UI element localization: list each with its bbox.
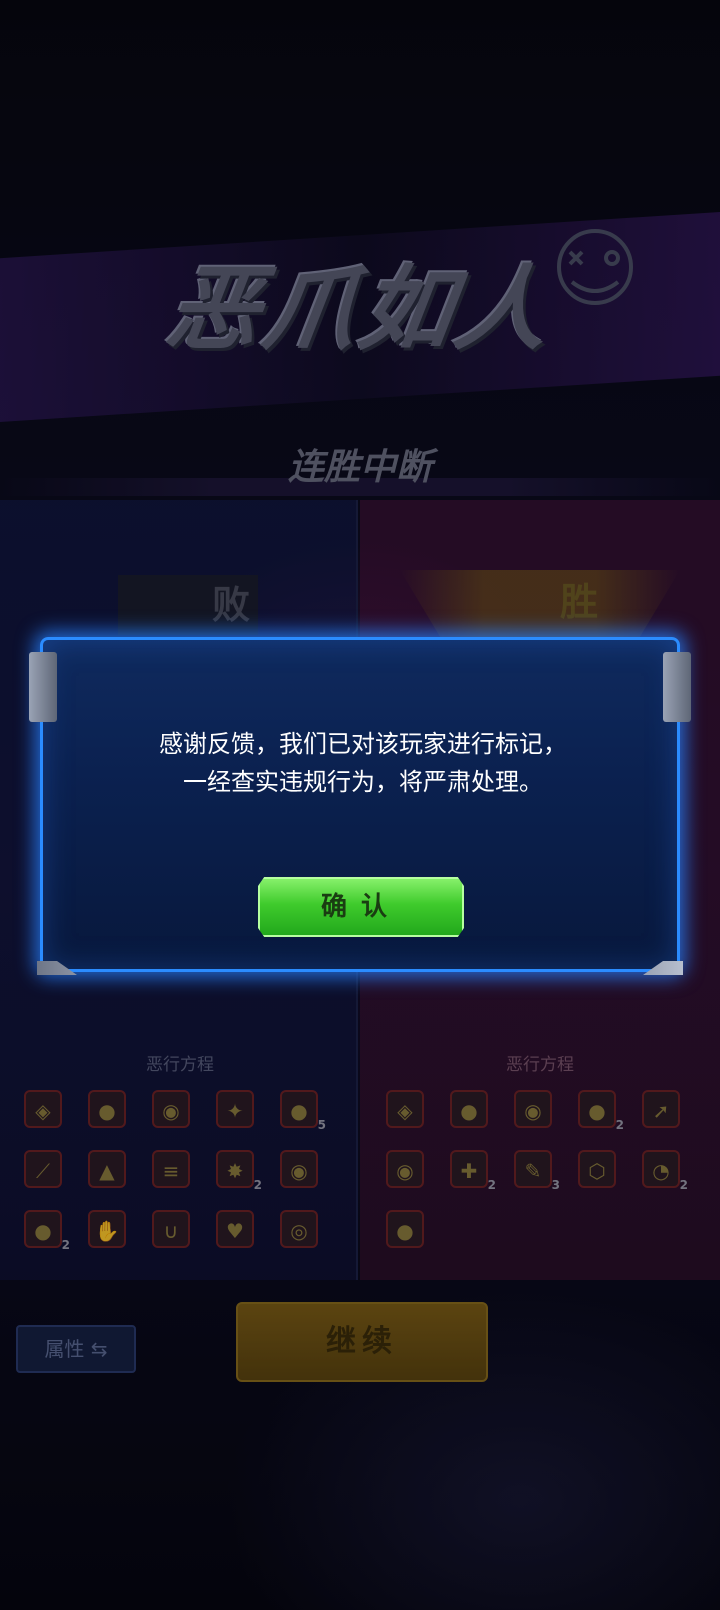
- confirm-button[interactable]: 确认: [258, 877, 464, 937]
- dialog-message: 感谢反馈，我们已对该玩家进行标记， 一经查实违规行为，将严肃处理。: [83, 725, 643, 801]
- feedback-dialog: 感谢反馈，我们已对该玩家进行标记， 一经查实违规行为，将严肃处理。 确认: [29, 637, 691, 975]
- dialog-message-line1: 感谢反馈，我们已对该玩家进行标记，: [159, 730, 567, 758]
- dialog-corner-left: [29, 652, 57, 722]
- dialog-corner-right: [663, 652, 691, 722]
- dialog-message-line2: 一经查实违规行为，将严肃处理。: [183, 768, 543, 796]
